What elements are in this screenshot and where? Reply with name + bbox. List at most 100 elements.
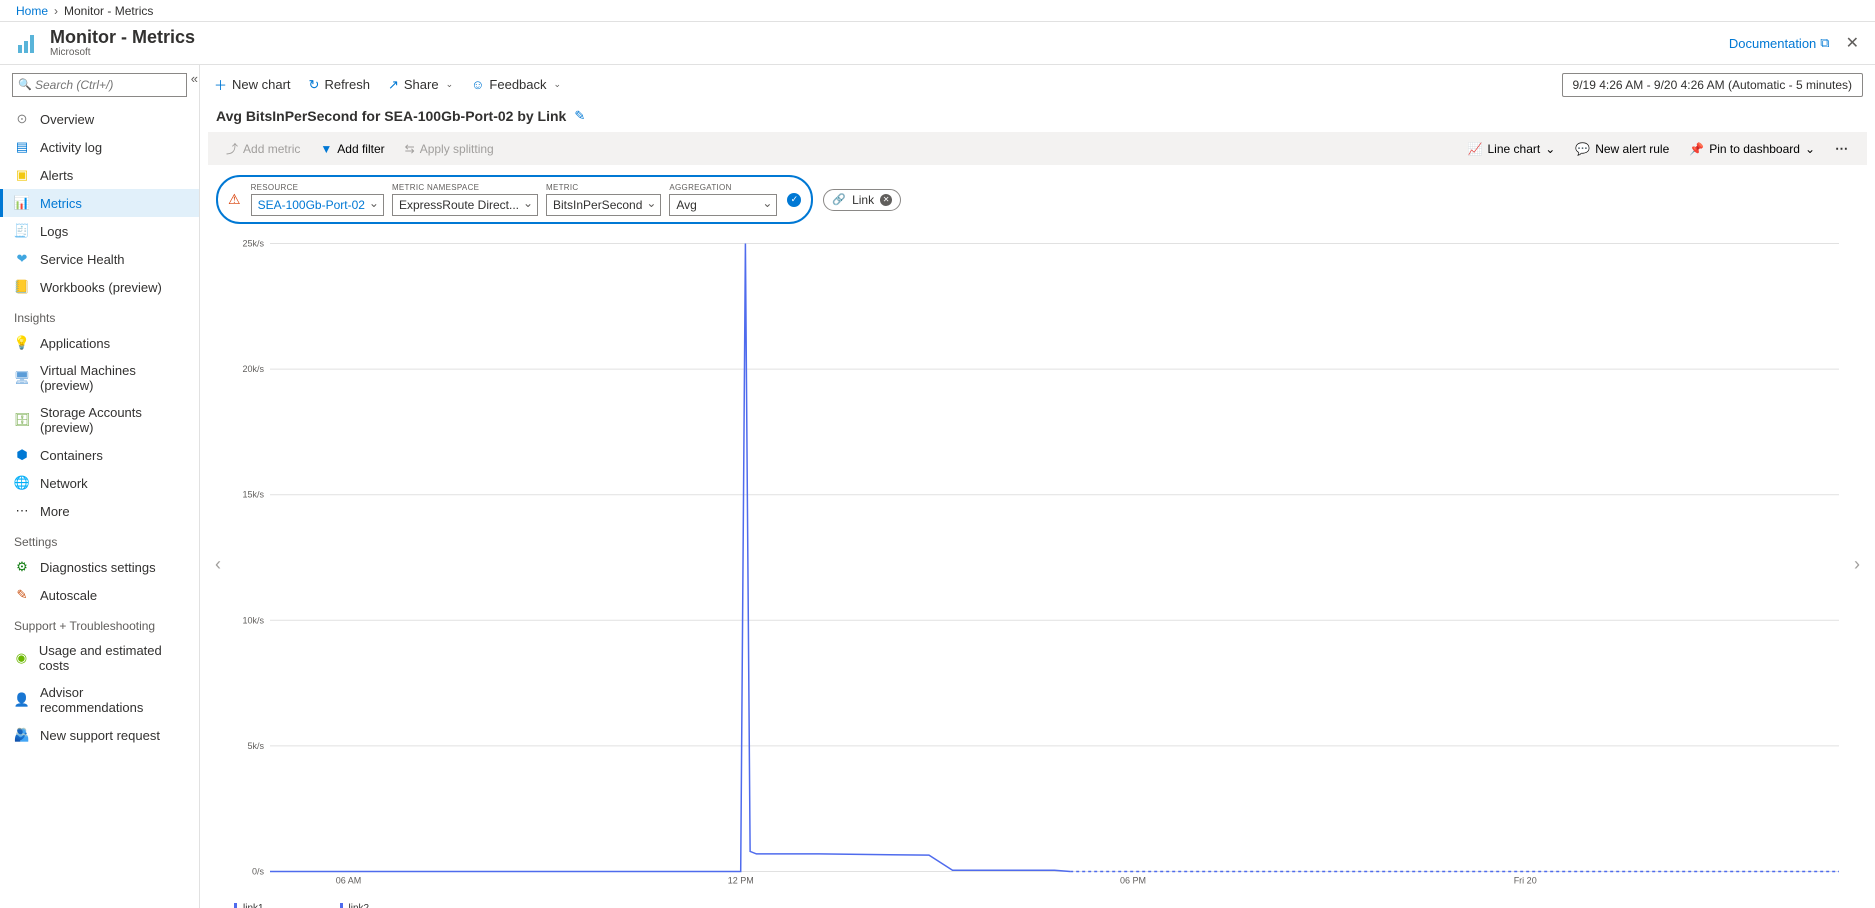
sidebar-item-usage-and-estimated-costs[interactable]: ◉Usage and estimated costs bbox=[0, 637, 199, 679]
sidebar-item-new-support-request[interactable]: 🫂New support request bbox=[0, 721, 199, 749]
sidebar-item-overview[interactable]: ⊙Overview bbox=[0, 105, 199, 133]
nav-icon: ⬢ bbox=[14, 447, 30, 463]
nav-label: Alerts bbox=[40, 168, 73, 183]
chart-svg: 0/s5k/s10k/s15k/s20k/s25k/s06 AM12 PM06 … bbox=[228, 234, 1847, 895]
documentation-link[interactable]: Documentation ⧉ bbox=[1729, 35, 1830, 51]
legend-card-link2[interactable]: link2SEA-100Gb-Port-0217.67/s bbox=[340, 903, 430, 908]
nav-icon: ❤ bbox=[14, 251, 30, 267]
sidebar-item-activity-log[interactable]: ▤Activity log bbox=[0, 133, 199, 161]
breadcrumb-sep: › bbox=[54, 4, 58, 18]
chart-area[interactable]: 0/s5k/s10k/s15k/s20k/s25k/s06 AM12 PM06 … bbox=[228, 234, 1847, 895]
sidebar-item-virtual-machines-preview-[interactable]: 🖥 Virtual Machines (preview) bbox=[0, 357, 199, 399]
link-icon: 🔗 bbox=[832, 193, 846, 206]
new-chart-button[interactable]: ＋ New chart bbox=[212, 71, 293, 98]
apply-splitting-button[interactable]: ⇆ Apply splitting bbox=[399, 138, 500, 160]
section-settings-label: Settings bbox=[0, 525, 199, 553]
sidebar-item-alerts[interactable]: ▣ Alerts bbox=[0, 161, 199, 189]
section-insights-label: Insights bbox=[0, 301, 199, 329]
nav-icon: 🖥 bbox=[14, 370, 30, 386]
svg-text:25k/s: 25k/s bbox=[242, 239, 264, 249]
refresh-button[interactable]: ↻ Refresh bbox=[307, 73, 372, 97]
more-button[interactable]: ⋯ bbox=[1829, 141, 1855, 157]
legend-card-link1[interactable]: link1SEA-100Gb-Port-02456.98/s bbox=[234, 903, 324, 908]
sidebar-item-advisor-recommendations[interactable]: 👤 Advisor recommendations bbox=[0, 679, 199, 721]
nav-label: Network bbox=[40, 476, 88, 491]
nav-icon: 🧾 bbox=[14, 223, 30, 239]
add-metric-button[interactable]: ⤴ Add metric bbox=[220, 136, 306, 161]
nav-icon: ▣ bbox=[14, 167, 30, 183]
confirm-icon[interactable]: ✓ bbox=[787, 193, 801, 207]
nav-label: Storage Accounts (preview) bbox=[40, 405, 185, 435]
sidebar-item-applications[interactable]: 💡 Applications bbox=[0, 329, 199, 357]
sidebar-item-metrics[interactable]: 📊Metrics bbox=[0, 189, 199, 217]
remove-pill-icon[interactable]: ✕ bbox=[880, 194, 892, 206]
page-header: Monitor - Metrics Microsoft Documentatio… bbox=[0, 22, 1875, 64]
resource-select[interactable]: SEA-100Gb-Port-02 bbox=[251, 194, 384, 216]
feedback-button[interactable]: ☺ Feedback ⌄ bbox=[469, 73, 563, 96]
sidebar-item-workbooks-preview-[interactable]: 📒Workbooks (preview) bbox=[0, 273, 199, 301]
breadcrumb-current: Monitor - Metrics bbox=[64, 4, 153, 18]
new-alert-rule-button[interactable]: 💬 New alert rule bbox=[1569, 138, 1675, 160]
nav-label: Applications bbox=[40, 336, 110, 351]
aggregation-select[interactable]: Avg bbox=[669, 194, 777, 216]
nav-icon: ⋯ bbox=[14, 503, 30, 519]
sidebar-item-logs[interactable]: 🧾 Logs bbox=[0, 217, 199, 245]
sidebar-item-diagnostics-settings[interactable]: ⚙Diagnostics settings bbox=[0, 553, 199, 581]
sidebar-item-network[interactable]: 🌐Network bbox=[0, 469, 199, 497]
nav-icon: 👤 bbox=[14, 692, 30, 708]
sidebar-item-more[interactable]: ⋯ More bbox=[0, 497, 199, 525]
link-filter-pill[interactable]: 🔗 Link ✕ bbox=[823, 189, 901, 211]
toolbar-primary: ＋ New chart ↻ Refresh ↗ Share ⌄ ☺ Feedba… bbox=[200, 65, 1875, 104]
breadcrumb-home[interactable]: Home bbox=[16, 4, 48, 18]
chevron-down-icon: ⌄ bbox=[446, 79, 454, 90]
share-icon: ↗ bbox=[388, 77, 399, 93]
pin-to-dashboard-button[interactable]: 📌 Pin to dashboard ⌄ bbox=[1683, 138, 1821, 160]
chart-type-button[interactable]: 📈 Line chart ⌄ bbox=[1462, 138, 1562, 160]
sidebar-item-service-health[interactable]: ❤Service Health bbox=[0, 245, 199, 273]
sidebar-item-containers[interactable]: ⬢ Containers bbox=[0, 441, 199, 469]
nav-icon: ✎ bbox=[14, 587, 30, 603]
search-icon: 🔍 bbox=[18, 78, 32, 91]
line-chart-icon: 📈 bbox=[1468, 142, 1483, 156]
nav-label: More bbox=[40, 504, 70, 519]
chevron-down-icon: ⌄ bbox=[554, 79, 562, 90]
main-content: ＋ New chart ↻ Refresh ↗ Share ⌄ ☺ Feedba… bbox=[200, 65, 1875, 908]
svg-text:12 PM: 12 PM bbox=[728, 876, 754, 886]
edit-title-icon[interactable]: ✎ bbox=[574, 108, 585, 124]
breadcrumb: Home › Monitor - Metrics bbox=[0, 0, 1875, 22]
chart-next-button[interactable]: › bbox=[1847, 234, 1867, 895]
share-button[interactable]: ↗ Share ⌄ bbox=[386, 73, 455, 97]
filter-icon: ▼ bbox=[320, 142, 332, 156]
page-title: Monitor - Metrics bbox=[50, 28, 1729, 48]
nav-icon: 🗄 bbox=[14, 412, 30, 428]
nav-label: Virtual Machines (preview) bbox=[40, 363, 185, 393]
chart-prev-button[interactable]: ‹ bbox=[208, 234, 228, 895]
toolbar-secondary: ⤴ Add metric ▼ Add filter ⇆ Apply splitt… bbox=[208, 132, 1867, 165]
nav-icon: 📒 bbox=[14, 279, 30, 295]
sidebar-search-input[interactable] bbox=[12, 73, 187, 97]
external-link-icon: ⧉ bbox=[1820, 35, 1829, 51]
time-range-picker[interactable]: 9/19 4:26 AM - 9/20 4:26 AM (Automatic -… bbox=[1562, 73, 1863, 97]
namespace-select[interactable]: ExpressRoute Direct... bbox=[392, 194, 538, 216]
legend-series-name: link2 bbox=[349, 903, 430, 908]
namespace-label: METRIC NAMESPACE bbox=[392, 183, 538, 192]
add-metric-icon: ⤴ bbox=[226, 140, 238, 157]
nav-label: Containers bbox=[40, 448, 103, 463]
nav-icon: ▤ bbox=[14, 139, 30, 155]
add-filter-button[interactable]: ▼ Add filter bbox=[314, 138, 390, 160]
sidebar-item-autoscale[interactable]: ✎Autoscale bbox=[0, 581, 199, 609]
nav-label: Advisor recommendations bbox=[40, 685, 185, 715]
metric-select[interactable]: BitsInPerSecond bbox=[546, 194, 661, 216]
close-button[interactable]: ✕ bbox=[1846, 33, 1859, 53]
sidebar-item-storage-accounts-preview-[interactable]: 🗄 Storage Accounts (preview) bbox=[0, 399, 199, 441]
svg-text:10k/s: 10k/s bbox=[242, 615, 264, 625]
nav-icon: ◉ bbox=[14, 650, 29, 666]
nav-label: New support request bbox=[40, 728, 160, 743]
warning-icon: ⚠ bbox=[228, 191, 241, 208]
nav-label: Logs bbox=[40, 224, 68, 239]
svg-text:06 PM: 06 PM bbox=[1120, 876, 1146, 886]
metrics-icon bbox=[16, 31, 40, 55]
chart-legend: link1SEA-100Gb-Port-02456.98/s link2SEA-1… bbox=[200, 895, 1875, 908]
metric-label: METRIC bbox=[546, 183, 661, 192]
nav-icon: 💡 bbox=[14, 335, 30, 351]
